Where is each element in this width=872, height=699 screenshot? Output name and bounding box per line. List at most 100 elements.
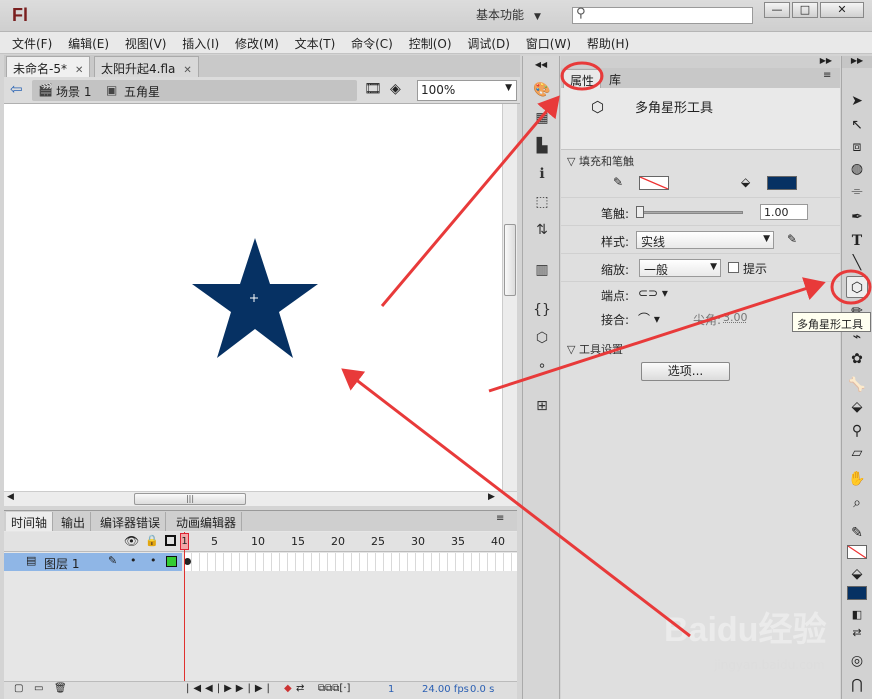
eye-icon[interactable]: 👁 [124,534,139,548]
library-panel-icon[interactable]: ▥ [532,260,552,280]
stroke-color-chip[interactable] [847,545,867,559]
loop-icon[interactable]: ⇄ [296,683,304,694]
hint-checkbox[interactable] [728,262,739,273]
join-select[interactable]: ⌒ ▾ [638,310,660,327]
tab-output[interactable]: 输出 [56,512,92,531]
section-fill-stroke[interactable]: ▽ 填充和笔触 [561,150,840,170]
menu-window[interactable]: 窗口(W) [526,32,571,55]
collapse-icon[interactable]: ▶▶ [842,56,872,68]
code-snippets-icon[interactable]: {} [532,300,552,320]
align-panel-icon[interactable]: ▙ [532,136,552,156]
menu-text[interactable]: 文本(T) [295,32,336,55]
deco-tool-icon[interactable]: ✿ [846,348,868,370]
back-arrow-icon[interactable]: ⇦ [10,80,23,98]
menu-modify[interactable]: 修改(M) [235,32,279,55]
scroll-left-icon[interactable]: ◀ [7,492,14,502]
swap-colors-icon[interactable]: ⇄ [846,622,868,644]
miter-value[interactable]: 3.00 [723,311,748,324]
panel-menu-icon[interactable]: ≡ [823,70,831,81]
outline-icon[interactable] [165,535,176,546]
menu-insert[interactable]: 插入(I) [182,32,219,55]
section-tool-settings[interactable]: ▽ 工具设置 [561,338,840,358]
swatches-panel-icon[interactable]: ▦ [532,108,552,128]
stroke-color-icon[interactable]: ✎ [846,522,868,544]
hand-tool-icon[interactable]: ✋ [846,468,868,490]
keyframe-dot[interactable] [184,558,191,565]
panel-menu-icon[interactable]: ≡ [496,513,504,524]
layer-name[interactable]: 图层 1 [44,555,79,572]
lock-dot[interactable]: • [150,554,157,567]
text-tool-icon[interactable]: T [846,230,868,252]
edit-symbol-icon[interactable]: ◈ [390,81,401,97]
slider-thumb[interactable] [636,206,644,218]
search-input[interactable]: ⚲ [572,6,753,24]
close-icon[interactable]: ✕ [183,65,191,76]
menu-debug[interactable]: 调试(D) [467,32,510,55]
polystar-tool-icon[interactable]: ⬡ [846,276,868,298]
scroll-thumb[interactable] [504,224,516,296]
edit-frames-icon[interactable]: ⧉⧉⧉[·] [318,683,350,694]
zoom-tool-icon[interactable]: ⌕ [846,492,868,514]
menu-view[interactable]: 视图(V) [125,32,167,55]
line-tool-icon[interactable]: ╲ [846,252,868,274]
layer-row[interactable]: ▤ 图层 1 ✎ • • [4,553,182,571]
fill-color-swatch[interactable] [767,176,797,190]
stroke-slider[interactable] [639,211,743,214]
maximize-button[interactable]: □ [792,2,818,18]
subselection-tool-icon[interactable]: ↖ [846,114,868,136]
options-button[interactable]: 选项... [641,362,730,381]
close-button[interactable]: ✕ [820,2,864,18]
eyedropper-tool-icon[interactable]: ⚲ [846,420,868,442]
components-panel-icon[interactable]: ⬡ [532,328,552,348]
menu-edit[interactable]: 编辑(E) [68,32,109,55]
collapse-icon[interactable]: ▶▶ [561,56,840,68]
minimize-button[interactable]: — [764,2,790,18]
bone-tool-icon[interactable]: 🦴 [846,374,868,396]
breadcrumb-scene[interactable]: 场景 1 [56,83,91,100]
menu-commands[interactable]: 命令(C) [351,32,393,55]
info-panel-icon[interactable]: ℹ [532,164,552,184]
history-panel-icon[interactable]: ⇅ [532,220,552,240]
tab-library[interactable]: 库 [603,69,627,88]
object-drawing-icon[interactable]: ⋂ [846,674,868,696]
motion-presets-icon[interactable]: ∘ [532,356,552,376]
tab-untitled-5[interactable]: 未命名-5* ✕ [6,56,91,77]
new-folder-icon[interactable]: ▭ [34,683,43,694]
close-icon[interactable]: ✕ [75,65,83,76]
menu-help[interactable]: 帮助(H) [587,32,629,55]
workspace-switcher[interactable]: 基本功能 ▼ [476,6,541,23]
edit-stroke-style-icon[interactable]: ✎ [787,232,797,246]
lasso-tool-icon[interactable]: ⌯ [846,180,868,202]
lock-icon[interactable]: 🔒 [145,534,159,547]
frames-grid[interactable] [184,553,517,571]
fill-color-icon[interactable]: ⬙ [846,563,868,585]
tab-properties[interactable]: 属性 [563,69,602,88]
menu-file[interactable]: 文件(F) [12,32,52,55]
selection-tool-icon[interactable]: ➤ [846,90,868,112]
outline-color-swatch[interactable] [166,556,177,567]
style-select[interactable]: 实线 ▼ [636,231,774,249]
free-transform-tool-icon[interactable]: ⧈ [846,136,868,158]
tab-sunrise-fla[interactable]: 太阳升起4.fla ✕ [94,56,199,77]
playhead[interactable]: 1 [180,533,189,550]
pen-tool-icon[interactable]: ✒ [846,206,868,228]
scroll-right-icon[interactable]: ▶ [488,492,495,502]
scale-select[interactable]: 一般 ▼ [639,259,721,277]
eraser-tool-icon[interactable]: ▱ [846,442,868,464]
frame-rate[interactable]: 24.00 fps [422,684,469,695]
fill-color-chip[interactable] [847,586,867,600]
color-panel-icon[interactable]: 🎨 [532,80,552,100]
visibility-dot[interactable]: • [130,554,137,567]
stroke-width-input[interactable]: 1.00 [760,204,808,220]
collapse-icon[interactable]: ◀◀ [523,60,559,69]
scroll-thumb[interactable]: ||| [134,493,246,505]
snap-magnet-icon[interactable]: ◎ [846,650,868,672]
vertical-scrollbar[interactable] [502,104,517,491]
transform-panel-icon[interactable]: ⬚ [532,192,552,212]
scene-panel-icon[interactable]: ⊞ [532,396,552,416]
current-frame[interactable]: 1 [388,684,394,695]
zoom-select[interactable]: 100% ▼ [417,80,517,101]
tab-timeline[interactable]: 时间轴 [6,512,54,531]
cap-select[interactable]: ⊂⊃ ▾ [638,286,668,300]
paint-bucket-tool-icon[interactable]: ⬙ [846,396,868,418]
